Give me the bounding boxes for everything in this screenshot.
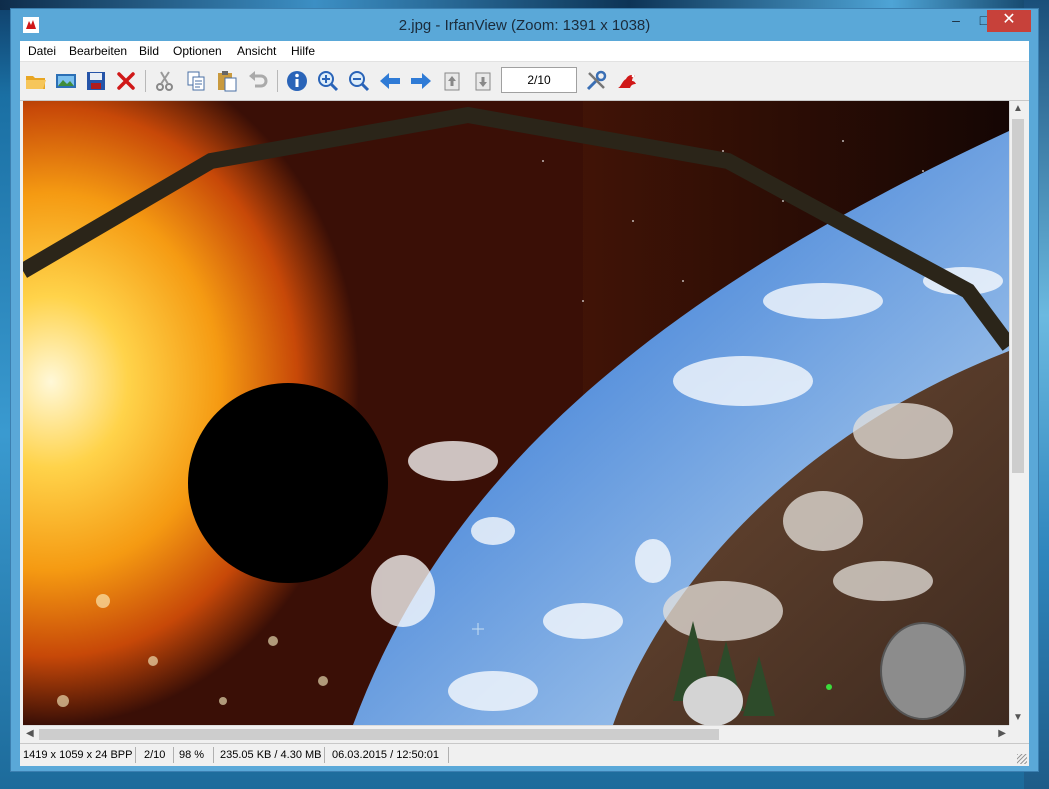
menu-bar: Datei Bearbeiten Bild Optionen Ansicht H… bbox=[20, 41, 1029, 62]
toolbar-separator bbox=[145, 70, 146, 92]
status-divider bbox=[448, 747, 449, 763]
copy-icon[interactable] bbox=[183, 68, 209, 94]
first-page-icon[interactable] bbox=[439, 68, 465, 94]
menu-optionen[interactable]: Optionen bbox=[173, 44, 222, 58]
scroll-up-icon[interactable]: ▲ bbox=[1013, 103, 1023, 114]
status-dimensions: 1419 x 1059 x 24 BPP bbox=[23, 749, 133, 761]
zoom-in-icon[interactable] bbox=[315, 68, 341, 94]
toolbar-separator bbox=[277, 70, 278, 92]
horizontal-scrollbar[interactable]: ◀ ▶ bbox=[23, 725, 1009, 742]
info-icon[interactable] bbox=[284, 68, 310, 94]
toolbar: 2/10 bbox=[20, 62, 1029, 101]
client-area: Datei Bearbeiten Bild Optionen Ansicht H… bbox=[20, 41, 1029, 766]
save-icon[interactable] bbox=[83, 68, 109, 94]
previous-icon[interactable] bbox=[377, 68, 403, 94]
settings-icon[interactable] bbox=[583, 68, 609, 94]
scroll-left-icon[interactable]: ◀ bbox=[26, 728, 34, 739]
close-button[interactable]: ✕ bbox=[987, 10, 1031, 32]
menu-hilfe[interactable]: Hilfe bbox=[291, 44, 315, 58]
horizontal-scroll-thumb[interactable] bbox=[39, 729, 719, 740]
title-bar[interactable]: 2.jpg - IrfanView (Zoom: 1391 x 1038) – … bbox=[11, 9, 1038, 41]
zoom-out-icon[interactable] bbox=[346, 68, 372, 94]
resize-grip[interactable] bbox=[1017, 754, 1027, 764]
status-divider bbox=[324, 747, 325, 763]
scroll-down-icon[interactable]: ▼ bbox=[1013, 712, 1023, 723]
status-file-size: 235.05 KB / 4.30 MB bbox=[220, 749, 322, 761]
scroll-right-icon[interactable]: ▶ bbox=[998, 728, 1006, 739]
menu-bild[interactable]: Bild bbox=[139, 44, 159, 58]
thumbnails-icon[interactable] bbox=[53, 68, 79, 94]
space-image bbox=[23, 101, 1009, 725]
menu-ansicht[interactable]: Ansicht bbox=[237, 44, 276, 58]
image-viewport[interactable] bbox=[23, 101, 1009, 725]
minimize-button[interactable]: – bbox=[941, 10, 971, 32]
irfanview-logo-icon[interactable] bbox=[614, 68, 640, 94]
delete-icon[interactable] bbox=[113, 68, 139, 94]
vertical-scroll-thumb[interactable] bbox=[1012, 119, 1024, 473]
paste-icon[interactable] bbox=[214, 68, 240, 94]
open-folder-icon[interactable] bbox=[23, 68, 49, 94]
page-number-field[interactable]: 2/10 bbox=[501, 67, 577, 93]
irfanview-window: 2.jpg - IrfanView (Zoom: 1391 x 1038) – … bbox=[10, 8, 1039, 772]
status-bar: 1419 x 1059 x 24 BPP 2/10 98 % 235.05 KB… bbox=[20, 743, 1029, 766]
last-page-icon[interactable] bbox=[470, 68, 496, 94]
next-icon[interactable] bbox=[408, 68, 434, 94]
undo-icon[interactable] bbox=[245, 68, 271, 94]
menu-bearbeiten[interactable]: Bearbeiten bbox=[69, 44, 127, 58]
window-title: 2.jpg - IrfanView (Zoom: 1391 x 1038) bbox=[398, 17, 651, 34]
status-page: 2/10 bbox=[144, 749, 166, 761]
status-date-time: 06.03.2015 / 12:50:01 bbox=[332, 749, 440, 761]
status-divider bbox=[135, 747, 136, 763]
status-divider bbox=[173, 747, 174, 763]
cut-icon[interactable] bbox=[152, 68, 178, 94]
status-divider bbox=[213, 747, 214, 763]
status-zoom: 98 % bbox=[179, 749, 205, 761]
vertical-scrollbar[interactable]: ▲ ▼ bbox=[1009, 101, 1026, 725]
menu-datei[interactable]: Datei bbox=[28, 44, 56, 58]
